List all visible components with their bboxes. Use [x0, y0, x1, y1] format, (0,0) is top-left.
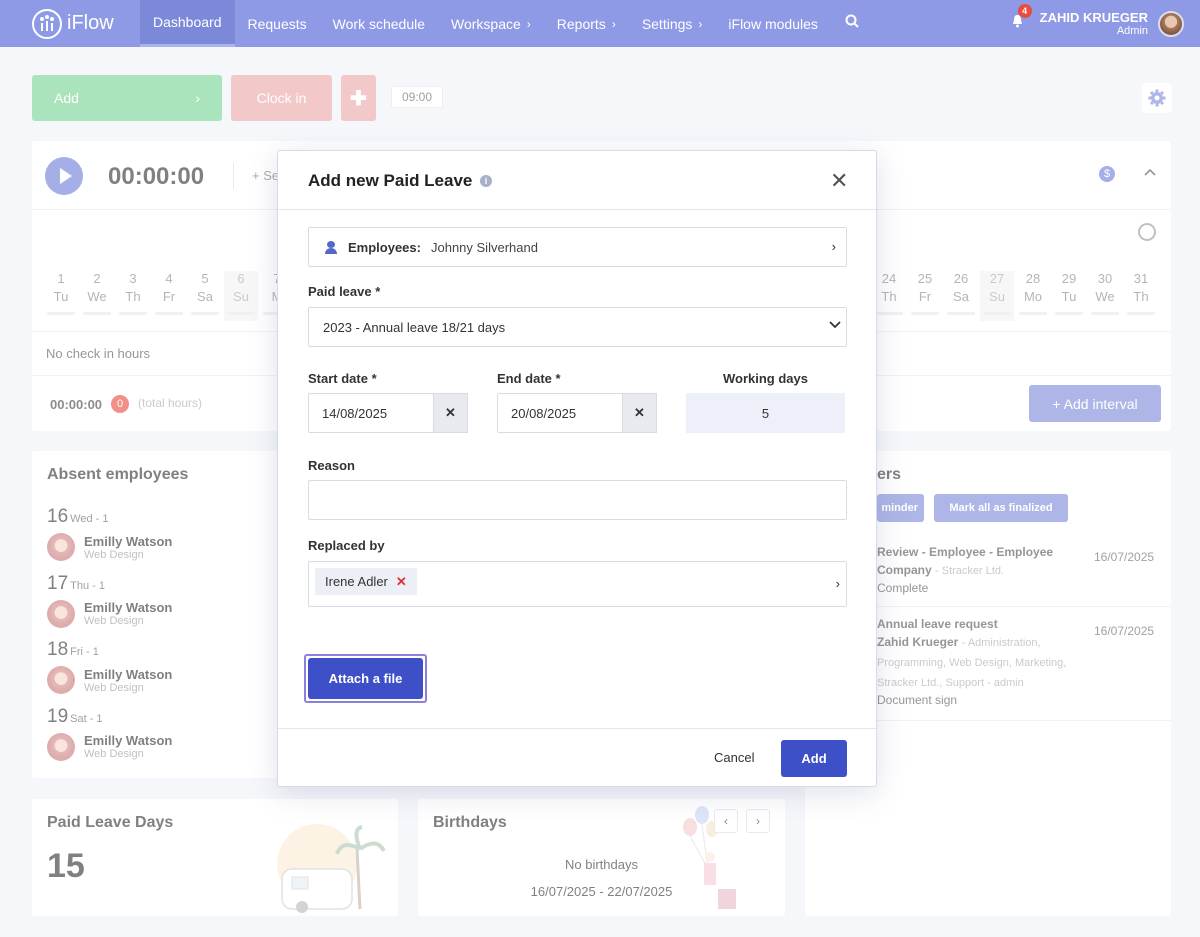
paid-leave-selected: 2023 - Annual leave 18/21 days — [323, 319, 506, 335]
top-navbar: iFlow Dashboard Requests Work schedule W… — [0, 0, 1200, 47]
remove-tag-icon[interactable]: ✕ — [396, 574, 407, 590]
paid-leave-label: Paid leave * — [308, 284, 381, 299]
add-paid-leave-modal: Add new Paid Leave i ✕ Employees: Johnny… — [277, 150, 877, 787]
nav-label: Dashboard — [153, 14, 222, 30]
start-date-input[interactable]: 14/08/2025 — [308, 393, 434, 433]
nav-workspace[interactable]: Workspace › — [438, 0, 544, 47]
attach-file-focus-ring: Attach a file — [304, 654, 427, 703]
attach-file-button[interactable]: Attach a file — [308, 658, 423, 699]
working-days-value: 5 — [686, 393, 845, 433]
start-date-label: Start date * — [308, 371, 377, 386]
logo[interactable]: iFlow — [32, 8, 140, 39]
divider — [278, 209, 876, 210]
user-area: 4 ZAHID KRUEGER Admin — [1011, 0, 1184, 47]
chevron-down-icon — [829, 318, 841, 333]
nav-label: Work schedule — [332, 15, 425, 32]
nav-label: Reports — [556, 15, 606, 32]
logo-text: iFlow — [67, 12, 114, 34]
end-date-input[interactable]: 20/08/2025 — [497, 393, 623, 433]
nav-work-schedule[interactable]: Work schedule — [320, 0, 438, 47]
notification-badge: 4 — [1017, 4, 1032, 18]
chevron-right-icon: › — [698, 16, 703, 31]
paid-leave-select[interactable]: 2023 - Annual leave 18/21 days — [308, 307, 847, 347]
user-name: ZAHID KRUEGER — [1039, 10, 1148, 25]
add-button[interactable]: Add — [781, 740, 847, 777]
end-date-label: End date * — [497, 371, 561, 386]
replaced-by-tag: Irene Adler ✕ — [315, 568, 417, 595]
nav-dashboard[interactable]: Dashboard — [140, 0, 235, 47]
bell-icon[interactable]: 4 — [1011, 4, 1032, 33]
avatar[interactable] — [1158, 10, 1184, 37]
search-icon[interactable] — [845, 14, 859, 33]
employees-label: Employees: — [348, 239, 421, 255]
chevron-right-icon: › — [831, 239, 836, 254]
divider — [278, 728, 876, 729]
clear-end-date-icon[interactable]: ✕ — [622, 393, 657, 433]
reason-input[interactable] — [308, 480, 847, 520]
modal-title: Add new Paid Leave — [308, 171, 473, 190]
nav-settings[interactable]: Settings › — [629, 0, 716, 47]
clear-start-date-icon[interactable]: ✕ — [433, 393, 468, 433]
logo-icon — [32, 8, 62, 39]
nav-reports[interactable]: Reports › — [544, 0, 629, 47]
replaced-by-selector[interactable]: Irene Adler ✕ › — [308, 561, 847, 607]
nav-label: iFlow modules — [728, 15, 818, 32]
user-info[interactable]: ZAHID KRUEGER Admin — [1040, 10, 1148, 37]
working-days-label: Working days — [722, 371, 808, 386]
replaced-by-label: Replaced by — [308, 538, 385, 553]
nav-requests[interactable]: Requests — [235, 0, 320, 47]
chevron-right-icon: › — [526, 16, 531, 31]
user-role: Admin — [1116, 25, 1148, 37]
tag-label: Irene Adler — [325, 574, 388, 589]
close-icon[interactable]: ✕ — [830, 168, 848, 194]
employees-selector[interactable]: Employees: Johnny Silverhand › — [308, 227, 847, 267]
nav-label: Settings — [641, 15, 693, 32]
nav-iflow-modules[interactable]: iFlow modules — [715, 0, 830, 47]
reason-label: Reason — [308, 458, 355, 473]
cancel-button[interactable]: Cancel — [714, 750, 754, 765]
nav-label: Requests — [247, 15, 307, 32]
info-icon[interactable]: i — [480, 175, 492, 187]
chevron-right-icon: › — [611, 16, 616, 31]
employees-value: Johnny Silverhand — [430, 239, 538, 255]
nav-label: Workspace — [451, 15, 521, 32]
chevron-right-icon: › — [835, 576, 840, 591]
user-icon — [325, 240, 337, 254]
